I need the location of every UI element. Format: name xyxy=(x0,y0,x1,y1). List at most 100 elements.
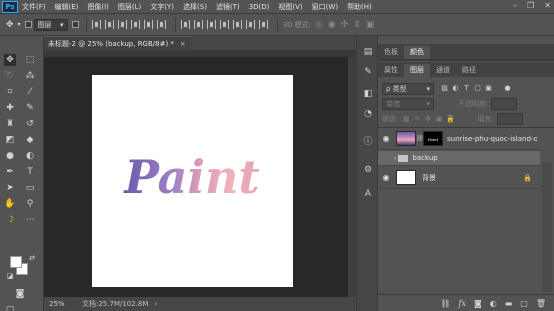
new-group-icon[interactable]: ▬ xyxy=(505,299,513,308)
document-tab[interactable]: 未标题-2 @ 25% (backup, RGB/8#) * × xyxy=(44,36,192,50)
3d-roll-icon[interactable]: ◉ xyxy=(328,20,336,30)
3d-slide-icon[interactable]: ⇕ xyxy=(353,20,361,30)
menu-view[interactable]: 视图(V) xyxy=(278,2,302,12)
layers-scrollbar[interactable] xyxy=(542,162,552,292)
info-panel-icon[interactable]: ⓘ xyxy=(362,136,374,148)
distribute-left-icon[interactable] xyxy=(219,20,229,29)
vertical-scrollbar[interactable] xyxy=(348,57,356,297)
filter-shape-icon[interactable]: ▢ xyxy=(473,84,482,93)
chevron-right-icon[interactable]: › xyxy=(394,155,396,162)
tab-swatches[interactable]: 色板 xyxy=(378,46,404,59)
eye-icon[interactable]: ◉ xyxy=(378,173,394,182)
brush-panel-icon[interactable]: ✎ xyxy=(362,66,374,78)
show-transform-checkbox[interactable] xyxy=(71,21,79,28)
layer-name[interactable]: sunrise-phu-quoc-island-oc... xyxy=(447,135,537,143)
align-left-icon[interactable] xyxy=(130,20,140,29)
zoom-level[interactable]: 25% xyxy=(44,300,74,308)
tab-layers[interactable]: 图层 xyxy=(404,64,430,77)
menu-filter[interactable]: 滤镜(T) xyxy=(216,2,240,12)
align-bottom-icon[interactable] xyxy=(117,20,127,29)
distribute-right-icon[interactable] xyxy=(245,20,255,29)
layer-filter-kind-select[interactable]: ρ 类型 ▾ xyxy=(382,82,434,95)
swap-colors-icon[interactable]: ⇄ xyxy=(26,252,38,264)
lasso-tool-icon[interactable]: ➰ xyxy=(4,70,16,82)
document-canvas[interactable]: Paint xyxy=(92,75,293,287)
menu-select[interactable]: 选择(S) xyxy=(183,2,207,12)
history-panel-icon[interactable]: ▤ xyxy=(362,46,374,58)
move-tool-icon[interactable]: ✥ xyxy=(4,54,16,66)
auto-select-checkbox[interactable] xyxy=(24,21,32,28)
lock-pixels-icon[interactable]: ✎ xyxy=(413,115,421,123)
link-icon[interactable]: ⛓ xyxy=(416,135,424,142)
fill-input[interactable] xyxy=(496,112,523,125)
quick-select-tool-icon[interactable]: ⁂ xyxy=(24,70,36,82)
opacity-input[interactable] xyxy=(491,97,518,110)
layer-name[interactable]: 背景 xyxy=(422,173,436,183)
pen-tool-icon[interactable]: ✒ xyxy=(4,166,16,178)
lock-position-icon[interactable]: ✥ xyxy=(424,115,432,123)
align-vcenter-icon[interactable] xyxy=(104,20,114,29)
distribute-vcenter-icon[interactable] xyxy=(193,20,203,29)
banana-icon[interactable]: ☽ xyxy=(4,214,16,226)
lock-artboard-icon[interactable]: ▣ xyxy=(435,115,443,123)
crop-tool-icon[interactable]: ⌗ xyxy=(4,86,16,98)
color-panel-icon[interactable]: ◧ xyxy=(362,88,374,100)
add-mask-icon[interactable]: ◙ xyxy=(474,299,482,308)
minimize-button[interactable]: – xyxy=(513,1,517,10)
healing-brush-tool-icon[interactable]: ✚ xyxy=(4,102,16,114)
brush-tool-icon[interactable]: ✎ xyxy=(24,102,36,114)
new-layer-icon[interactable]: ▢ xyxy=(520,299,528,308)
menu-3d[interactable]: 3D(D) xyxy=(249,3,270,11)
distribute-hcenter-icon[interactable] xyxy=(232,20,242,29)
distribute-bottom-icon[interactable] xyxy=(206,20,216,29)
auto-select-target-select[interactable]: 图层 ▾ xyxy=(33,18,68,31)
blur-tool-icon[interactable]: ● xyxy=(4,150,16,162)
fx-icon[interactable]: fx xyxy=(458,299,465,308)
tab-paths[interactable]: 路径 xyxy=(456,64,482,77)
filter-adjustment-icon[interactable]: ◐ xyxy=(451,84,460,93)
align-right-icon[interactable] xyxy=(156,20,166,29)
paint-bucket-tool-icon[interactable]: ◆ xyxy=(24,134,36,146)
more-tools-icon[interactable]: ⋯ xyxy=(24,214,36,226)
menu-help[interactable]: 帮助(H) xyxy=(347,2,372,12)
lock-all-icon[interactable]: 🔒 xyxy=(446,115,455,123)
preset-dropdown-icon[interactable]: ▾ xyxy=(18,21,21,28)
move-tool-preset-icon[interactable]: ✥ xyxy=(6,20,14,30)
distribute-top-icon[interactable] xyxy=(180,20,190,29)
type-tool-icon[interactable]: T xyxy=(24,166,36,178)
dodge-tool-icon[interactable]: ◐ xyxy=(24,150,36,162)
eraser-tool-icon[interactable]: ◩ xyxy=(4,134,16,146)
3d-pan-icon[interactable]: ✣ xyxy=(341,20,349,30)
restore-button[interactable]: ❐ xyxy=(527,1,534,10)
filter-type-icon[interactable]: T xyxy=(462,84,471,93)
layer-row-backup[interactable]: ◉ › backup xyxy=(378,151,540,166)
screen-mode-icon[interactable]: ▢ xyxy=(4,304,16,311)
delete-layer-icon[interactable]: 🗑 xyxy=(536,299,546,308)
close-window-button[interactable]: ✕ xyxy=(544,1,551,10)
tab-properties[interactable]: 属性 xyxy=(378,64,404,77)
menu-file[interactable]: 文件(F) xyxy=(22,2,46,12)
tab-color[interactable]: 颜色 xyxy=(404,46,430,59)
eyedropper-tool-icon[interactable]: ⁄ xyxy=(24,86,36,98)
menu-image[interactable]: 图像(I) xyxy=(87,2,109,12)
menu-type[interactable]: 文字(Y) xyxy=(150,2,174,12)
auto-align-icon[interactable] xyxy=(258,20,268,29)
blend-mode-select[interactable]: 变暗 ▾ xyxy=(382,97,434,110)
layer-row-sunrise[interactable]: ◉ ⛓ Paint sunrise-phu-quoc-island-oc... xyxy=(378,128,540,150)
filter-smart-object-icon[interactable]: ▣ xyxy=(484,84,493,93)
3d-orbit-icon[interactable]: ◎ xyxy=(315,20,323,30)
quick-mask-icon[interactable]: ◙ xyxy=(14,288,26,300)
menu-edit[interactable]: 编辑(E) xyxy=(55,2,79,12)
marquee-tool-icon[interactable]: ⬚ xyxy=(24,54,36,66)
character-panel-icon[interactable]: A xyxy=(362,188,374,200)
menu-window[interactable]: 窗口(W) xyxy=(312,2,338,12)
adjustment-layer-icon[interactable]: ◐ xyxy=(490,299,497,308)
clone-stamp-tool-icon[interactable]: ♜ xyxy=(4,118,16,130)
link-layers-icon[interactable]: ⛓ xyxy=(440,299,450,308)
layer-row-background[interactable]: ◉ 背景 🔒 xyxy=(378,167,540,189)
properties-panel-icon[interactable]: ⚙ xyxy=(362,164,374,176)
path-selection-tool-icon[interactable]: ➤ xyxy=(4,182,16,194)
filter-toggle-icon[interactable]: ● xyxy=(503,84,512,93)
status-menu-arrow[interactable]: › xyxy=(154,300,157,308)
history-brush-tool-icon[interactable]: ↺ xyxy=(24,118,36,130)
